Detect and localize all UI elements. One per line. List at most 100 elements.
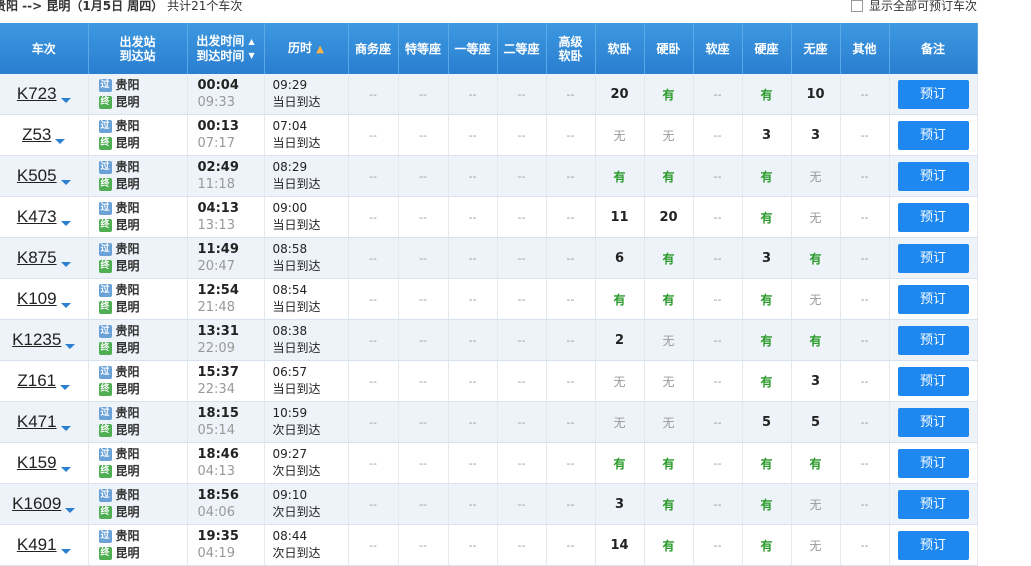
show-all-label: 显示全部可预订车次 — [868, 0, 977, 13]
seat-cell: -- — [497, 196, 547, 238]
duration: 09:10 — [272, 488, 308, 502]
seat-availability: -- — [566, 252, 575, 265]
seat-availability: -- — [369, 293, 377, 306]
seat-cell: 无 — [791, 483, 841, 525]
seat-availability: 6 — [614, 250, 625, 266]
book-button[interactable]: 预订 — [897, 243, 969, 273]
chevron-down-icon[interactable] — [65, 343, 76, 349]
train-cell: K505 — [0, 155, 89, 197]
seat-cell: 3 — [742, 237, 792, 279]
seat-cell: -- — [693, 360, 743, 402]
train-number-link[interactable]: K159 — [17, 453, 57, 473]
seat-availability: 无 — [809, 538, 822, 553]
seat-cell: -- — [398, 237, 449, 279]
col-remark: 备注 — [889, 23, 978, 74]
duration: 09:27 — [272, 447, 308, 461]
depart-time: 18:56 — [197, 488, 239, 503]
book-button[interactable]: 预订 — [897, 79, 969, 109]
seat-availability: -- — [517, 129, 526, 142]
table-row: K491 过贵阳终昆明 19:35 04:19 08:44 次日到达 -- -- -- -- -- 1… — [0, 524, 978, 566]
seat-cell: 有 — [644, 237, 694, 279]
seat-availability: 有 — [760, 538, 773, 553]
seat-cell: 5 — [791, 401, 841, 443]
train-number-link[interactable]: K491 — [17, 535, 57, 555]
book-button[interactable]: 预订 — [897, 530, 969, 560]
book-button[interactable]: 预订 — [897, 366, 969, 396]
times-cell: 11:49 20:47 — [187, 237, 265, 279]
seat-availability: -- — [369, 88, 377, 101]
sort-duration-icon[interactable]: ▲ — [316, 44, 324, 55]
chevron-down-icon[interactable] — [60, 548, 71, 554]
train-number-link[interactable]: K471 — [17, 412, 57, 432]
chevron-down-icon[interactable] — [65, 507, 76, 513]
seat-cell: 无 — [644, 360, 694, 402]
duration-cell: 08:44 次日到达 — [264, 524, 349, 566]
seat-availability: -- — [566, 129, 575, 142]
seat-availability: -- — [713, 88, 722, 101]
seat-cell: -- — [497, 524, 547, 566]
remark-cell: 预订 — [889, 114, 978, 156]
remark-cell: 预订 — [889, 524, 978, 566]
train-number-link[interactable]: Z161 — [17, 371, 56, 391]
train-number-link[interactable]: Z53 — [22, 125, 51, 145]
depart-time: 13:31 — [197, 324, 239, 339]
book-button[interactable]: 预订 — [897, 489, 969, 519]
col-duration[interactable]: 历时 ▲ — [264, 23, 349, 74]
chevron-down-icon[interactable] — [60, 384, 71, 390]
seat-availability: 有 — [760, 292, 773, 307]
train-number-link[interactable]: K505 — [17, 166, 57, 186]
duration: 08:38 — [272, 324, 308, 338]
train-number-link[interactable]: K109 — [17, 289, 57, 309]
seat-cell: 无 — [791, 524, 841, 566]
book-button[interactable]: 预订 — [897, 325, 969, 355]
chevron-down-icon[interactable] — [60, 302, 71, 308]
seat-availability: 无 — [809, 292, 822, 307]
show-all-toggle[interactable]: 显示全部可预订车次 — [850, 0, 977, 14]
col-times[interactable]: 出发时间 ▲ 到达时间 ▼ — [187, 23, 265, 74]
sort-up-icon[interactable]: ▲ — [249, 35, 255, 49]
chevron-down-icon[interactable] — [60, 220, 71, 226]
seat-cell: 有 — [791, 319, 841, 361]
times-cell: 13:31 22:09 — [187, 319, 265, 361]
seat-availability: 有 — [662, 251, 675, 266]
chevron-down-icon[interactable] — [55, 138, 66, 144]
times-cell: 18:56 04:06 — [187, 483, 265, 525]
duration: 08:54 — [272, 283, 308, 297]
seat-availability: -- — [369, 416, 377, 429]
seat-availability: -- — [713, 539, 722, 552]
duration-cell: 06:57 当日到达 — [264, 360, 349, 402]
seat-availability: 有 — [760, 169, 773, 184]
train-number-link[interactable]: K1609 — [12, 494, 61, 514]
seat-cell: -- — [398, 155, 449, 197]
chevron-down-icon[interactable] — [60, 261, 71, 267]
train-number-link[interactable]: K875 — [17, 248, 57, 268]
seat-availability: 5 — [761, 414, 772, 430]
depart-time: 15:37 — [197, 365, 239, 380]
book-button[interactable]: 预订 — [897, 161, 969, 191]
from-station: 贵阳 — [115, 119, 140, 133]
train-number-link[interactable]: K723 — [17, 84, 57, 104]
seat-cell: -- — [546, 319, 596, 361]
depart-time: 18:15 — [197, 406, 239, 421]
sort-down-icon[interactable]: ▼ — [249, 49, 255, 63]
terminal-station-icon: 终 — [98, 506, 112, 519]
seat-cell: -- — [497, 360, 547, 402]
show-all-checkbox[interactable] — [850, 0, 863, 12]
arrival-day: 当日到达 — [272, 218, 321, 232]
chevron-down-icon[interactable] — [60, 466, 71, 472]
train-number-link[interactable]: K1235 — [12, 330, 61, 350]
chevron-down-icon[interactable] — [60, 97, 71, 103]
book-button[interactable]: 预订 — [897, 407, 969, 437]
seat-availability: 有 — [662, 456, 675, 471]
seat-availability: -- — [468, 88, 477, 101]
book-button[interactable]: 预订 — [897, 202, 969, 232]
chevron-down-icon[interactable] — [60, 425, 71, 431]
seat-availability: 3 — [614, 496, 625, 512]
book-button[interactable]: 预订 — [897, 120, 969, 150]
train-number-link[interactable]: K473 — [17, 207, 57, 227]
book-button[interactable]: 预订 — [897, 448, 969, 478]
seat-cell: 20 — [595, 74, 645, 115]
book-button[interactable]: 预订 — [897, 284, 969, 314]
chevron-down-icon[interactable] — [60, 179, 71, 185]
duration-cell: 10:59 次日到达 — [264, 401, 349, 443]
